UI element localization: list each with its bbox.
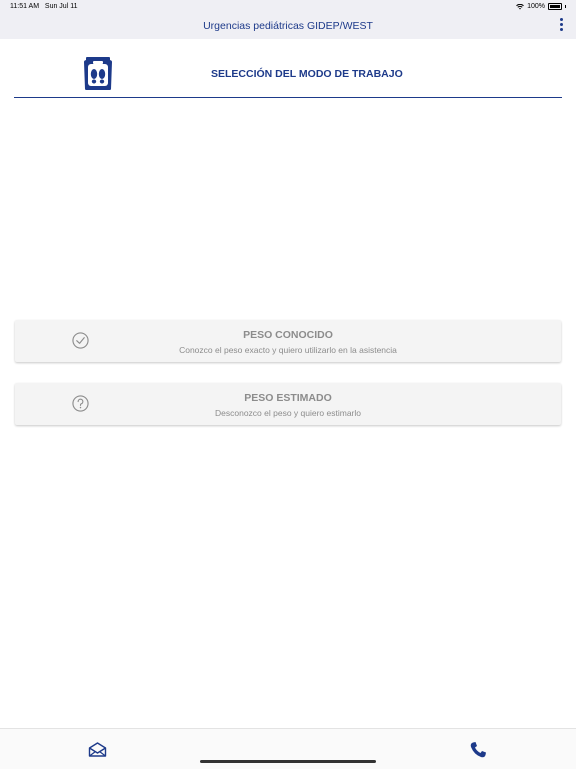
- scale-footprints-icon: [84, 57, 112, 90]
- status-bar: 11:51 AM Sun Jul 11 100%: [0, 0, 576, 13]
- page-header: SELECCIÓN DEL MODO DE TRABAJO: [14, 56, 562, 98]
- mode-known-weight-button[interactable]: PESO CONOCIDO Conozco el peso exacto y q…: [15, 320, 561, 362]
- battery-percentage: 100%: [527, 3, 545, 10]
- phone-icon[interactable]: [469, 741, 487, 759]
- mail-icon[interactable]: [88, 742, 107, 757]
- mode-estimated-weight-title: PESO ESTIMADO: [244, 392, 332, 404]
- mode-estimated-weight-button[interactable]: PESO ESTIMADO Desconozco el peso y quier…: [15, 383, 561, 425]
- status-date: Sun Jul 11: [44, 3, 78, 10]
- mode-known-weight-title: PESO CONOCIDO: [243, 329, 333, 341]
- status-indicators: 100%: [516, 3, 566, 10]
- navigation-bar: Urgencias pediátricas GIDEP/WEST: [0, 13, 576, 39]
- question-circle-icon: [72, 395, 89, 412]
- home-indicator[interactable]: [200, 760, 376, 763]
- mode-estimated-weight-description: Desconozco el peso y quiero estimarlo: [215, 408, 361, 418]
- wifi-icon: [516, 3, 524, 9]
- status-clock: 11:51 AM: [10, 3, 40, 10]
- more-vertical-icon[interactable]: [560, 18, 564, 34]
- status-time: 11:51 AM Sun Jul 11: [10, 3, 77, 10]
- check-circle-icon: [72, 332, 89, 349]
- nav-title: Urgencias pediátricas GIDEP/WEST: [203, 20, 373, 32]
- battery-tip: [565, 5, 566, 8]
- mode-known-weight-description: Conozco el peso exacto y quiero utilizar…: [179, 345, 397, 355]
- page-title: SELECCIÓN DEL MODO DE TRABAJO: [211, 68, 403, 80]
- battery-icon: [548, 3, 562, 10]
